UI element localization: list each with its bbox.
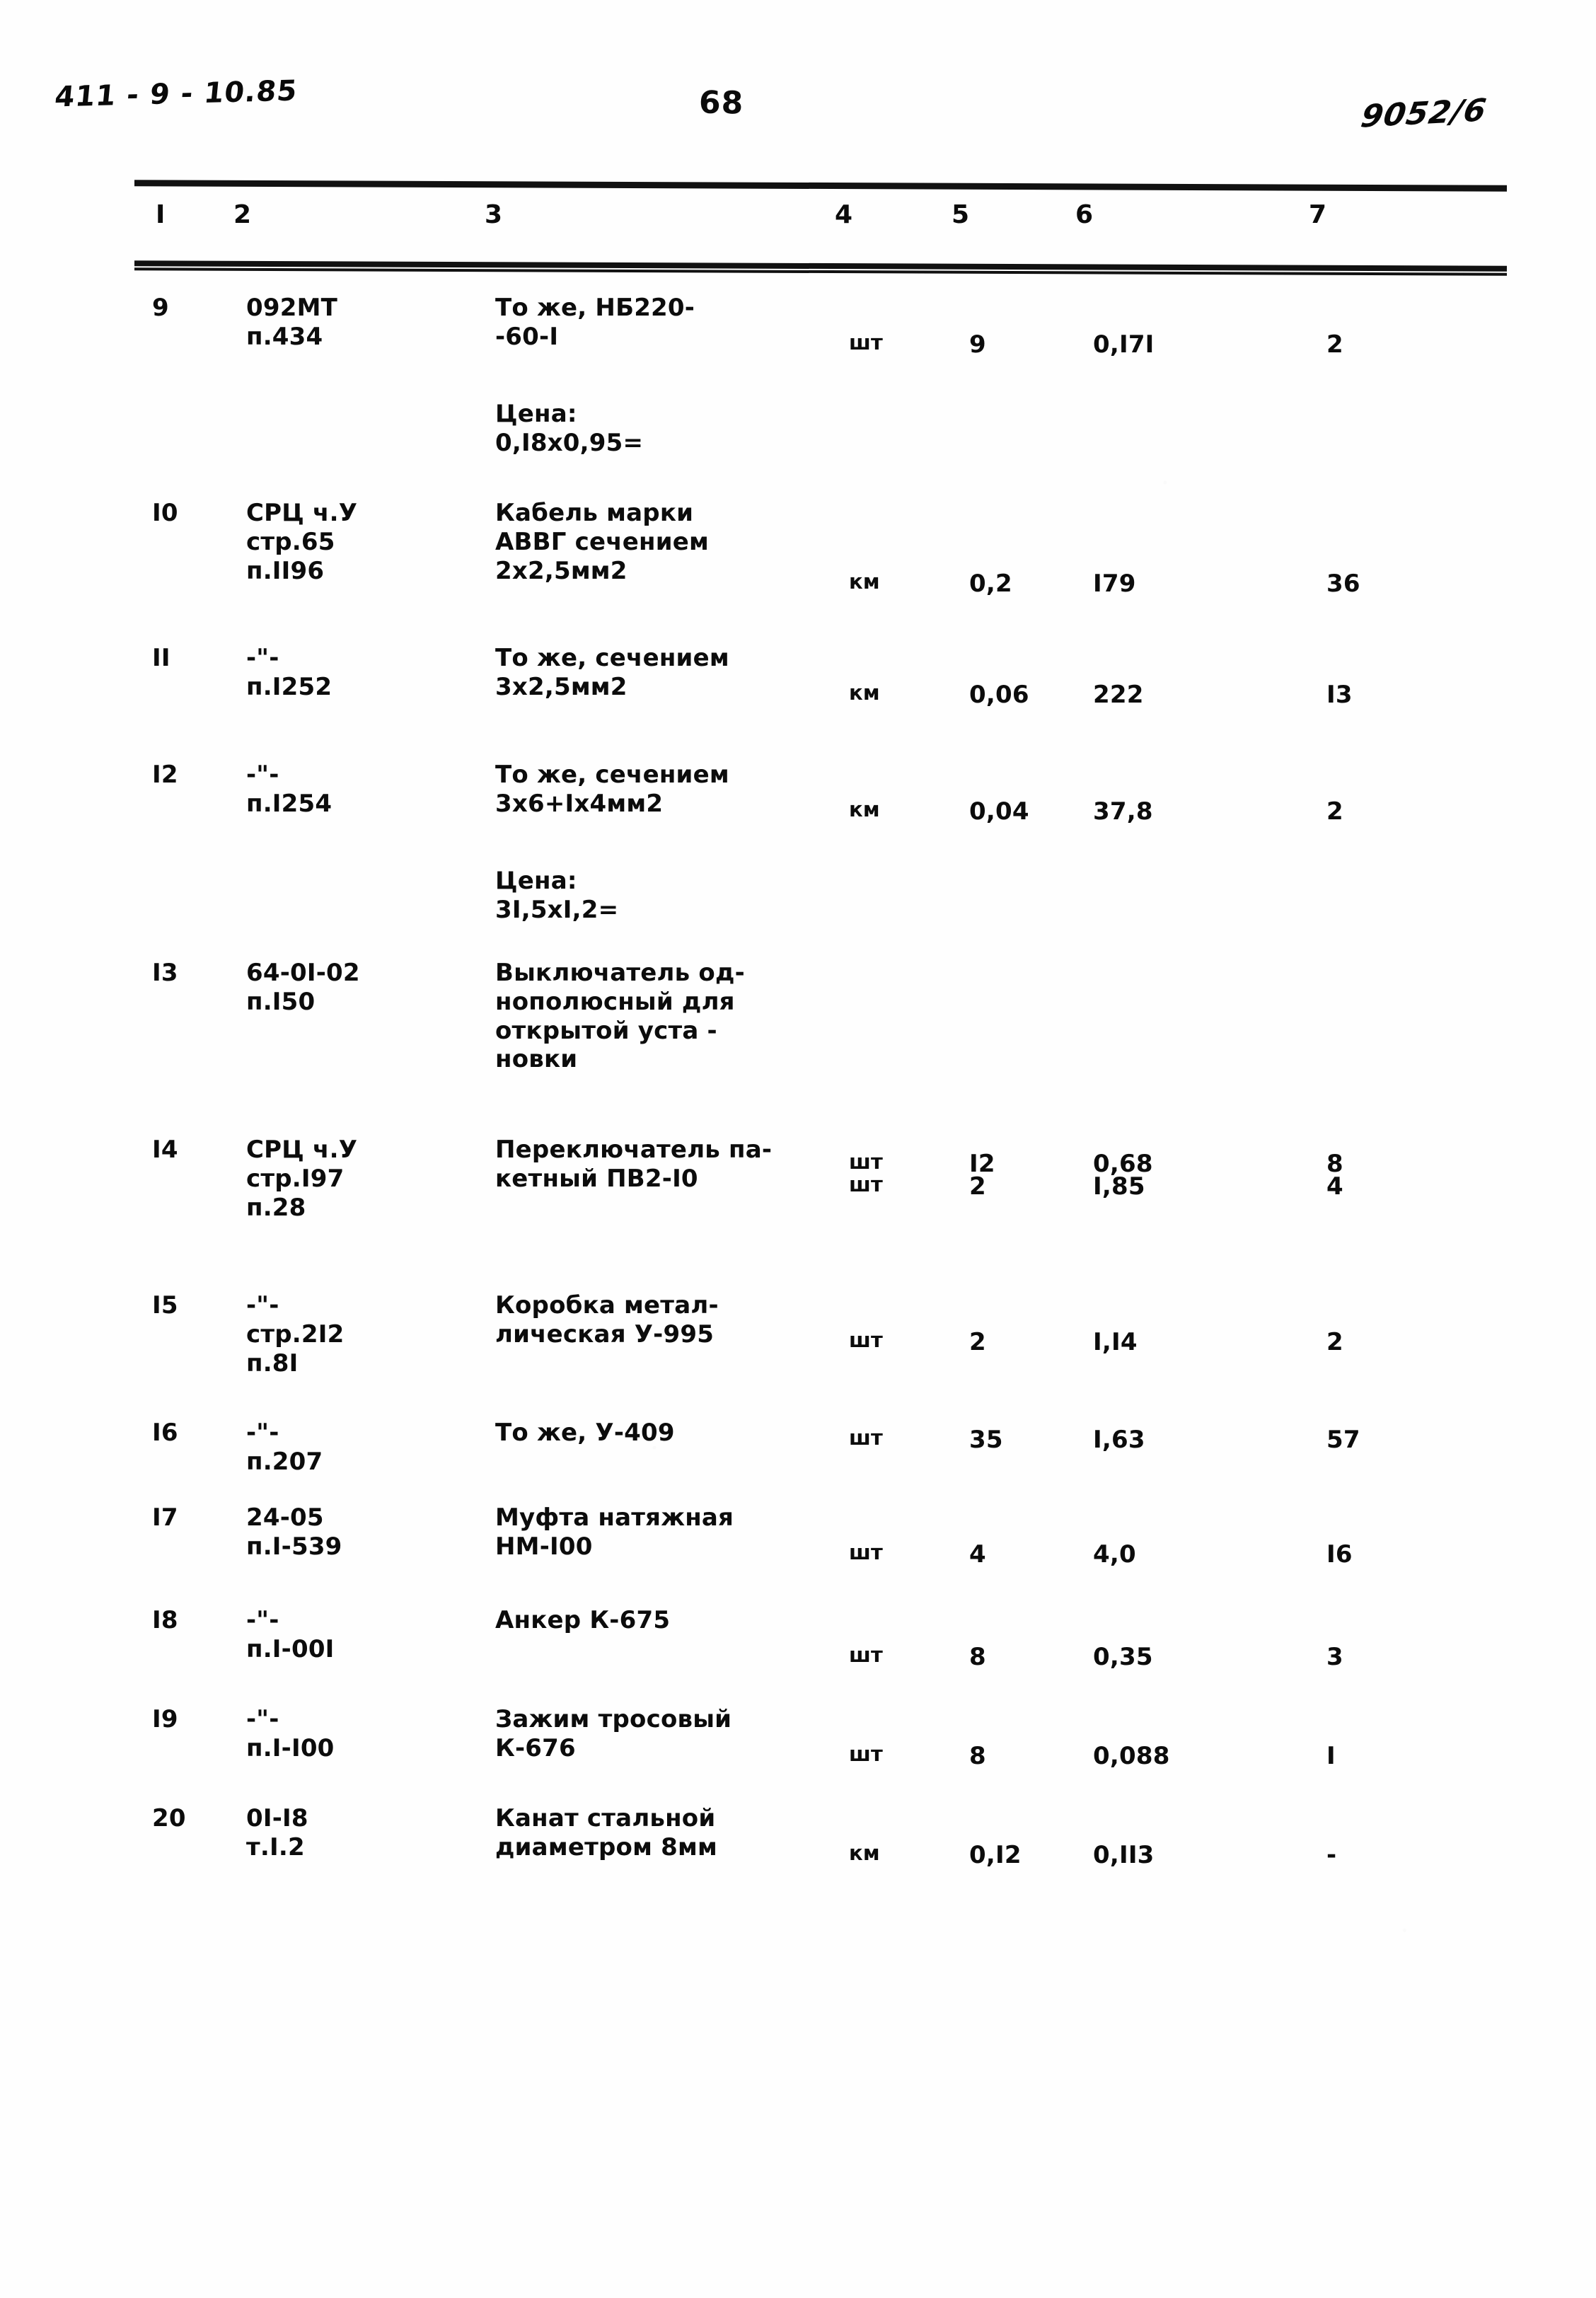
total-cost-cell: 57 — [1326, 1426, 1360, 1454]
unit-cell: шт — [849, 1150, 884, 1174]
total-cost-cell: I3 — [1326, 681, 1353, 709]
unit-cell: шт — [849, 1426, 884, 1450]
description-cell: То же, сечением 3х2,5мм2 — [495, 644, 729, 701]
unit-price-cell: I79 — [1093, 570, 1136, 598]
total-cost-cell: 4 — [1326, 1172, 1343, 1201]
handwritten-document-code: 411 - 9 - 10.85 — [53, 74, 299, 114]
unit-cell: шт — [849, 330, 884, 354]
unit-price-cell: 0,I7I — [1093, 330, 1155, 359]
price-note-cell: Цена: 3I,5хI,2= — [495, 867, 619, 924]
total-cost-cell: I — [1326, 1742, 1336, 1770]
unit-cell: км — [849, 1841, 880, 1865]
unit-cell: км — [849, 797, 880, 821]
reference-code-cell: 24-05 п.I-539 — [246, 1503, 342, 1561]
table-column-header-row: I 2 3 4 5 6 7 — [134, 200, 1507, 250]
total-cost-cell: 3 — [1326, 1643, 1343, 1671]
reference-code-cell: -"- п.I-I00 — [246, 1705, 335, 1762]
row-index-cell: 9 — [152, 294, 169, 322]
description-cell: Выключатель од- нополюсный для открытой … — [495, 959, 745, 1074]
quantity-cell: 0,2 — [969, 570, 1012, 598]
row-index-cell: I7 — [152, 1503, 178, 1532]
row-index-cell: 20 — [152, 1804, 186, 1832]
reference-code-cell: 0I-I8 т.I.2 — [246, 1804, 308, 1861]
description-cell: Анкер К-675 — [495, 1606, 671, 1634]
scan-grain-overlay — [0, 0, 1596, 2298]
description-cell: Переключатель па- кетный ПВ2-I0 — [495, 1136, 773, 1193]
quantity-cell: 4 — [969, 1540, 986, 1569]
row-index-cell: I9 — [152, 1705, 178, 1733]
unit-price-cell: I,85 — [1093, 1172, 1145, 1201]
reference-code-cell: -"- стр.2I2 п.8I — [246, 1291, 345, 1378]
row-index-cell: I6 — [152, 1419, 178, 1447]
unit-price-cell: 4,0 — [1093, 1540, 1136, 1569]
unit-cell: шт — [849, 1328, 884, 1352]
unit-price-cell: 37,8 — [1093, 797, 1153, 826]
total-cost-cell: 2 — [1326, 330, 1343, 359]
reference-code-cell: -"- п.I-00I — [246, 1606, 335, 1663]
reference-code-cell: -"- п.I254 — [246, 761, 332, 818]
row-index-cell: I5 — [152, 1291, 178, 1320]
unit-price-cell: I,I4 — [1093, 1328, 1138, 1356]
description-cell: Коробка метал- лическая У-995 — [495, 1291, 719, 1349]
row-index-cell: II — [152, 644, 170, 672]
column-header-1: I — [156, 200, 166, 229]
page-number: 68 — [698, 84, 744, 122]
unit-cell: км — [849, 570, 880, 594]
handwritten-archive-code: 9052/6 — [1358, 92, 1490, 135]
row-index-cell: I0 — [152, 499, 178, 527]
quantity-cell: 8 — [969, 1643, 986, 1671]
row-index-cell: I8 — [152, 1606, 178, 1634]
quantity-cell: 8 — [969, 1742, 986, 1770]
total-cost-cell: 2 — [1326, 797, 1343, 826]
description-cell: То же, У-409 — [495, 1419, 675, 1447]
unit-cell: шт — [849, 1540, 884, 1564]
reference-code-cell: -"- п.207 — [246, 1419, 323, 1476]
description-cell: То же, НБ220- -60-I — [495, 294, 695, 351]
total-cost-cell: I6 — [1326, 1540, 1353, 1569]
document-page: 411 - 9 - 10.85 68 9052/6 I234567 9 092МТ… — [0, 0, 1596, 2298]
quantity-cell: 0,I2 — [969, 1841, 1022, 1869]
total-cost-cell: 36 — [1326, 570, 1360, 598]
description-cell: Канат стальной диаметром 8мм — [495, 1804, 717, 1861]
quantity-cell: 35 — [969, 1426, 1003, 1454]
column-header-4: 4 — [835, 200, 853, 229]
unit-cell: шт — [849, 1742, 884, 1766]
reference-code-cell: -"- п.I252 — [246, 644, 332, 701]
unit-price-cell: I,63 — [1093, 1426, 1145, 1454]
unit-cell: шт — [849, 1172, 884, 1196]
unit-cell: шт — [849, 1643, 884, 1667]
table-top-rule — [134, 180, 1508, 192]
reference-code-cell: 092МТ п.434 — [246, 294, 337, 351]
column-header-7: 7 — [1309, 200, 1327, 229]
quantity-cell: 0,06 — [969, 681, 1029, 709]
row-index-cell: I3 — [152, 959, 178, 987]
price-note-cell: Цена: 0,I8х0,95= — [495, 400, 644, 457]
reference-code-cell: 64-0I-02 п.I50 — [246, 959, 360, 1016]
unit-price-cell: 222 — [1093, 681, 1144, 709]
description-cell: Зажим тросовый К-676 — [495, 1705, 732, 1762]
quantity-cell: 9 — [969, 330, 986, 359]
unit-price-cell: 0,088 — [1093, 1742, 1170, 1770]
description-cell: Кабель марки АВВГ сечением 2х2,5мм2 — [495, 499, 710, 585]
unit-price-cell: 0,II3 — [1093, 1841, 1155, 1869]
reference-code-cell: СРЦ ч.У стр.65 п.II96 — [246, 499, 358, 585]
unit-cell: км — [849, 681, 880, 705]
column-header-3: 3 — [485, 200, 503, 229]
quantity-cell: 2 — [969, 1172, 986, 1201]
description-cell: То же, сечением 3х6+Iх4мм2 — [495, 761, 729, 818]
column-header-2: 2 — [233, 200, 252, 229]
total-cost-cell: - — [1326, 1841, 1337, 1869]
quantity-cell: 2 — [969, 1328, 986, 1356]
quantity-cell: 0,04 — [969, 797, 1029, 826]
total-cost-cell: 2 — [1326, 1328, 1343, 1356]
row-index-cell: I4 — [152, 1136, 178, 1164]
column-header-5: 5 — [952, 200, 970, 229]
description-cell: Муфта натяжная НМ-I00 — [495, 1503, 734, 1561]
reference-code-cell: СРЦ ч.У стр.I97 п.28 — [246, 1136, 358, 1222]
column-header-6: 6 — [1075, 200, 1094, 229]
unit-price-cell: 0,35 — [1093, 1643, 1153, 1671]
row-index-cell: I2 — [152, 761, 178, 789]
